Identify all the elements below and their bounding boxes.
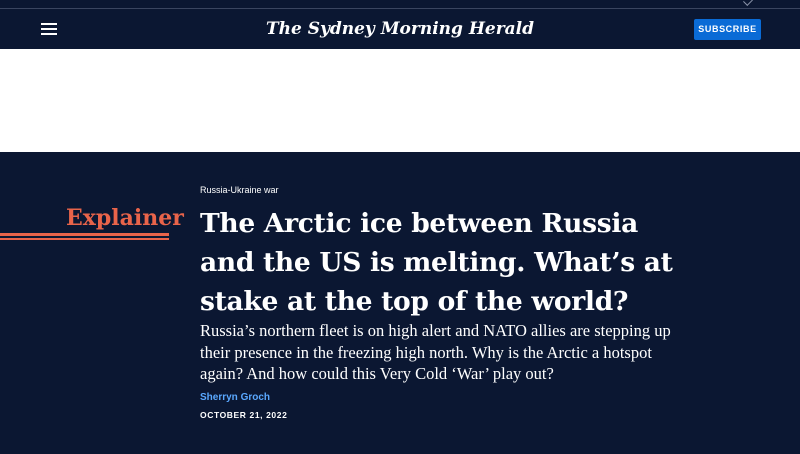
- author-link[interactable]: Sherryn Groch: [200, 392, 270, 404]
- site-logo[interactable]: The Sydney Morning Herald: [0, 18, 800, 40]
- article-standfirst: Russia’s northern fleet is on high alert…: [200, 321, 671, 383]
- article-header: Russia-Ukraine war Explainer The Arctic …: [0, 152, 800, 454]
- chevron-down-icon: [743, 0, 753, 6]
- masthead: The Sydney Morning Herald SUBSCRIBE: [0, 9, 800, 49]
- publish-date: OCTOBER 21, 2022: [200, 410, 288, 420]
- ad-space: [0, 49, 800, 152]
- article-headline: The Arctic ice between Russia and the US…: [200, 208, 673, 317]
- section-link[interactable]: Russia-Ukraine war: [200, 184, 279, 196]
- top-strip: [0, 0, 800, 9]
- explainer-label: Explainer: [66, 205, 184, 231]
- explainer-rule: [0, 233, 169, 236]
- explainer-rule: [0, 238, 169, 240]
- subscribe-button[interactable]: SUBSCRIBE: [694, 19, 761, 40]
